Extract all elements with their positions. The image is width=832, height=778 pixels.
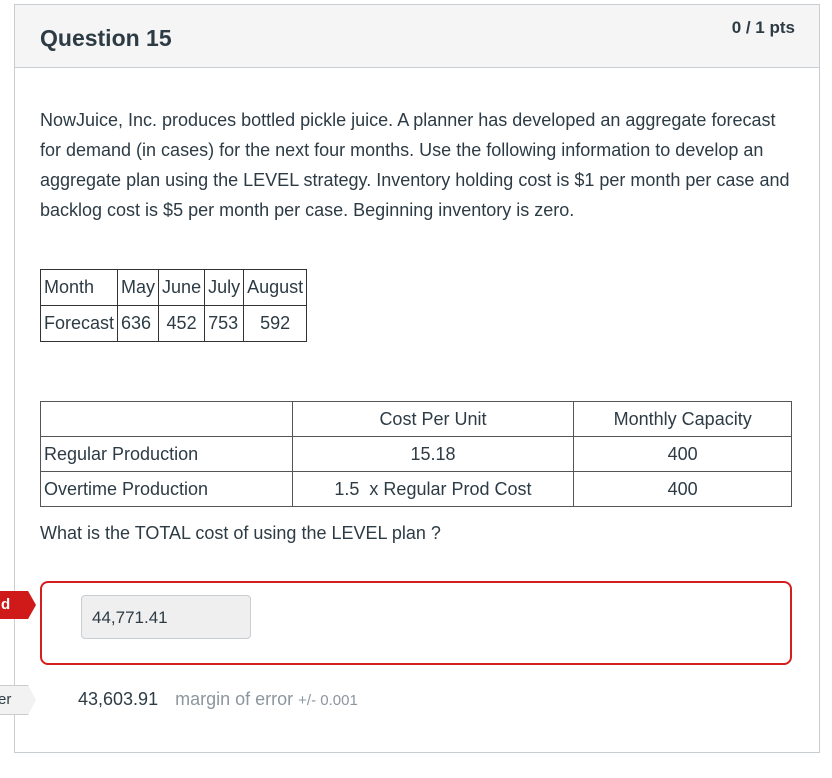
table-cell: 592 [243, 305, 308, 342]
margin-value: +/- 0.001 [298, 692, 358, 709]
table-row: Regular Production 15.18 400 [40, 436, 792, 472]
answer-input[interactable]: 44,771.41 [81, 595, 251, 639]
table-cell: June [158, 269, 206, 306]
question-prompt: What is the TOTAL cost of using the LEVE… [40, 523, 441, 543]
your-answer-box: 44,771.41 [40, 581, 792, 665]
cost-table: Cost Per Unit Monthly Capacity Regular P… [40, 401, 792, 507]
table-cell: 15.18 [291, 436, 575, 472]
flag-label: d [1, 596, 11, 613]
table-cell: Monthly Capacity [573, 401, 792, 437]
question-points: 0 / 1 pts [731, 18, 795, 37]
forecast-table: Month May June July August Forecast 636 … [39, 269, 308, 342]
margin-of-error: margin of error +/- 0.001 [175, 689, 358, 709]
table-cell: August [243, 269, 308, 306]
table-cell: 753 [204, 305, 245, 342]
table-cell: Month [39, 269, 119, 306]
table-cell: July [204, 269, 245, 306]
correct-answer-value: 43,603.91 [78, 689, 159, 709]
table-cell [40, 401, 293, 437]
question-text: NowJuice, Inc. produces bottled pickle j… [40, 110, 790, 220]
table-row: Month May June July August [39, 269, 308, 306]
question-card: Question 15 0 / 1 pts NowJuice, Inc. pro… [14, 4, 820, 753]
table-cell: 452 [158, 305, 206, 342]
table-row: Cost Per Unit Monthly Capacity [40, 401, 792, 437]
flag-label: er [0, 691, 12, 708]
table-cell: 636 [117, 305, 160, 342]
table-cell: Overtime Production [40, 471, 293, 507]
table-cell: Regular Production [40, 436, 293, 472]
table-cell: Cost Per Unit [291, 401, 575, 437]
table-cell: 400 [573, 436, 792, 472]
table-cell: May [117, 269, 160, 306]
table-cell: 1.5 x Regular Prod Cost [291, 471, 575, 507]
question-header: Question 15 0 / 1 pts [15, 5, 819, 68]
question-title: Question 15 [40, 25, 172, 51]
table-row: Overtime Production 1.5 x Regular Prod C… [40, 471, 792, 507]
table-cell: 400 [573, 471, 792, 507]
table-cell: Forecast [39, 305, 119, 342]
margin-label: margin of error [175, 689, 294, 709]
table-row: Forecast 636 452 753 592 [39, 305, 308, 342]
correct-answer-row: 43,603.91 margin of error +/- 0.001 [78, 689, 358, 710]
